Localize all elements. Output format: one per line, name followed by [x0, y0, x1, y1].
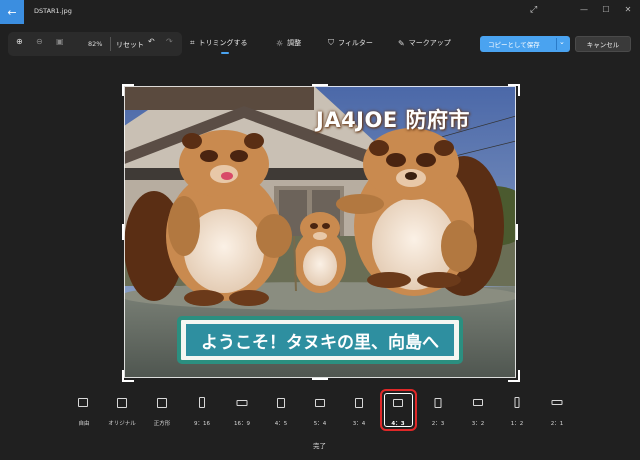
sun-icon: ☼ [276, 38, 284, 48]
filter-icon: ⛉ [328, 38, 334, 47]
aspect-4-5[interactable]: 4：5 [261, 390, 301, 432]
aspect-free[interactable]: 自由 [64, 390, 104, 432]
crop-handle-top[interactable] [312, 84, 328, 86]
aspect-3-4[interactable]: 3：4 [339, 390, 379, 432]
fit-to-window-icon[interactable]: ▣ [56, 37, 64, 46]
image-icon [117, 398, 127, 408]
save-copy-button[interactable]: コピーとして保存 ⌄ [480, 36, 570, 52]
crop-handle-top-right[interactable] [508, 84, 520, 96]
tab-filter[interactable]: ⛉ フィルター [328, 38, 373, 48]
back-button[interactable]: ← [0, 0, 24, 24]
split-divider [556, 38, 557, 50]
save-copy-label: コピーとして保存 [488, 41, 540, 49]
landscape-ratio-icon [473, 399, 483, 406]
aspect-5-4[interactable]: 5：4 [300, 390, 340, 432]
tab-crop[interactable]: ⌗ トリミングする [190, 38, 248, 48]
aspect-label: 16：9 [234, 421, 250, 427]
aspect-1-2[interactable]: 1：2 [497, 390, 537, 432]
active-tab-indicator [221, 52, 229, 54]
done-button[interactable]: 完了 [313, 440, 326, 450]
tab-markup[interactable]: ✎ マークアップ [398, 38, 451, 48]
redo-icon[interactable]: ↷ [166, 37, 173, 46]
minimize-button[interactable]: — [574, 3, 594, 17]
aspect-label: 正方形 [153, 421, 171, 427]
aspect-original[interactable]: オリジナル [102, 390, 142, 432]
aspect-2-1[interactable]: 2：1 [537, 390, 577, 432]
selection-highlight [380, 389, 417, 431]
aspect-ratio-bar: 自由 オリジナル 正方形 9：16 16：9 4：5 5：4 3：4 4：3 2… [0, 390, 640, 440]
aspect-square[interactable]: 正方形 [142, 390, 182, 432]
zoom-out-icon[interactable]: ⊖ [36, 37, 43, 46]
zoom-level: 82% [88, 40, 103, 48]
portrait-ratio-icon [199, 397, 205, 408]
aspect-label: 2：3 [431, 421, 445, 427]
free-crop-icon [78, 398, 88, 407]
aspect-label: 9：16 [194, 421, 210, 427]
aspect-label: 自由 [78, 421, 90, 427]
portrait-ratio-icon [434, 398, 442, 408]
aspect-label: 5：4 [313, 421, 327, 427]
crop-icon: ⌗ [190, 38, 195, 47]
toolbar-divider [110, 37, 111, 51]
aspect-3-2[interactable]: 3：2 [458, 390, 498, 432]
landscape-ratio-icon [551, 400, 563, 405]
crop-handle-top-left[interactable] [122, 84, 134, 96]
aspect-label: 3：2 [471, 421, 485, 427]
crop-handle-right[interactable] [516, 224, 518, 240]
landscape-ratio-icon [315, 399, 325, 407]
aspect-16-9[interactable]: 16：9 [222, 390, 262, 432]
reset-button[interactable]: リセット [116, 40, 144, 50]
zoom-group: ⊕ ⊖ ▣ 82% リセット ↶ ↷ [8, 32, 182, 56]
undo-icon[interactable]: ↶ [148, 37, 155, 46]
aspect-label: オリジナル [108, 421, 136, 427]
square-icon [157, 398, 167, 408]
maximize-button[interactable]: ☐ [596, 3, 616, 17]
aspect-label: 1：2 [510, 421, 524, 427]
arrow-left-icon: ← [7, 5, 17, 19]
crop-handle-bottom-right[interactable] [508, 370, 520, 382]
zoom-in-icon[interactable]: ⊕ [16, 37, 23, 46]
portrait-ratio-icon [514, 397, 520, 408]
crop-handle-bottom[interactable] [312, 378, 328, 380]
tab-adjust-label: 調整 [287, 39, 302, 47]
pen-icon: ✎ [398, 38, 405, 48]
aspect-label: 4：5 [274, 421, 288, 427]
tab-filter-label: フィルター [338, 39, 373, 47]
title-bar: ← DSTAR1.jpg ⤢ — ☐ ✕ [0, 0, 640, 28]
cancel-button[interactable]: キャンセル [575, 36, 631, 52]
aspect-9-16[interactable]: 9：16 [182, 390, 222, 432]
portrait-ratio-icon [277, 398, 285, 408]
tab-adjust[interactable]: ☼ 調整 [276, 38, 301, 48]
chevron-down-icon[interactable]: ⌄ [559, 38, 565, 46]
photo-watermark-text: JA4JOE 防府市 [316, 108, 470, 132]
aspect-label: 2：1 [550, 421, 564, 427]
expand-icon[interactable]: ⤢ [530, 5, 537, 15]
aspect-2-3[interactable]: 2：3 [418, 390, 458, 432]
aspect-label: 3：4 [352, 421, 366, 427]
crop-handle-left[interactable] [122, 224, 124, 240]
tab-markup-label: マークアップ [408, 39, 451, 47]
close-button[interactable]: ✕ [618, 3, 638, 17]
landscape-ratio-icon [236, 400, 248, 406]
crop-handle-bottom-left[interactable] [122, 370, 134, 382]
portrait-ratio-icon [355, 398, 363, 408]
file-name: DSTAR1.jpg [34, 7, 72, 15]
welcome-sign-text: ようこそ！タヌキの里、向島へ [201, 332, 439, 353]
tab-crop-label: トリミングする [198, 39, 248, 47]
